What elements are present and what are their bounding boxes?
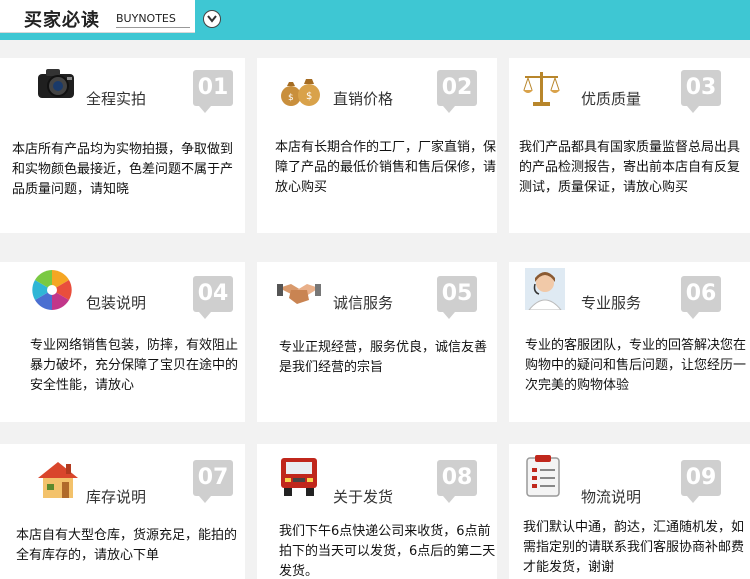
- note-card: 全程实拍 01 本店所有产品均为实物拍摄，争取做到和实物颜色最接近，色差问题不属…: [0, 58, 245, 233]
- card-number-badge: 05: [437, 276, 477, 319]
- card-title: 直销价格: [333, 90, 394, 108]
- card-text: 本店所有产品均为实物拍摄，争取做到和实物颜色最接近，色差问题不属于产品质量问题，…: [12, 142, 234, 197]
- card-number-badge: 02: [437, 70, 477, 113]
- card-text: 专业的客服团队，专业的回答解决您在购物中的疑问和售后问题，让您经历一次完美的购物…: [525, 338, 747, 393]
- card-title: 优质质量: [581, 90, 642, 108]
- note-card: 包装说明 04 专业网络销售包装，防摔，有效阻止暴力破坏，充分保障了宝贝在途中的…: [0, 262, 245, 422]
- note-card: 专业服务 06 专业的客服团队，专业的回答解决您在购物中的疑问和售后问题，让您经…: [509, 262, 750, 422]
- note-card: 优质质量 03 我们产品都具有国家质量监督总局出具的产品检测报告，寄出前本店自有…: [509, 58, 750, 233]
- card-title: 包装说明: [86, 294, 147, 312]
- header-underline: [116, 27, 190, 28]
- card-title: 物流说明: [581, 488, 642, 506]
- card-number-badge: 04: [193, 276, 233, 319]
- card-title: 专业服务: [581, 294, 642, 312]
- note-card: 物流说明 09 我们默认中通，韵达，汇通随机发，如需指定别的请联系我们客服协商补…: [509, 444, 750, 579]
- card-text: 我们默认中通，韵达，汇通随机发，如需指定别的请联系我们客服协商补邮费才能发货，谢…: [523, 520, 745, 575]
- card-number-badge: 09: [681, 460, 721, 503]
- clipboard-icon: [523, 454, 567, 497]
- card-text: 专业网络销售包装，防摔，有效阻止暴力破坏，充分保障了宝贝在途中的安全性能，请放心: [30, 338, 239, 393]
- svg-text:$: $: [288, 93, 294, 103]
- color-wheel-icon: [30, 268, 74, 310]
- card-title: 库存说明: [86, 488, 147, 506]
- card-title: 诚信服务: [333, 294, 394, 312]
- svg-text:$: $: [306, 91, 312, 102]
- card-number-badge: 03: [681, 70, 721, 113]
- support-agent-icon: [525, 268, 569, 311]
- money-bags-icon: $ $: [279, 68, 323, 108]
- truck-icon: [277, 456, 321, 496]
- card-title: 全程实拍: [86, 90, 147, 108]
- note-card: 库存说明 07 本店自有大型仓库，货源充足，能拍的全有库存的，请放心下单: [0, 444, 245, 579]
- note-card: 诚信服务 05 专业正规经营，服务优良，诚信友善是我们经营的宗旨: [257, 262, 497, 422]
- scales-icon: [519, 68, 563, 108]
- card-number-badge: 06: [681, 276, 721, 319]
- handshake-icon: [277, 276, 321, 316]
- card-number-badge: 01: [193, 70, 233, 113]
- card-text: 我们产品都具有国家质量监督总局出具的产品检测报告，寄出前本店自有反复测试，质量保…: [519, 140, 741, 195]
- header-subtitle: BUYNOTES: [116, 12, 176, 25]
- card-text: 专业正规经营，服务优良，诚信友善是我们经营的宗旨: [279, 340, 488, 375]
- header-title: 买家必读: [24, 10, 100, 31]
- card-title: 关于发货: [333, 488, 394, 506]
- camera-icon: [34, 64, 78, 104]
- card-text: 本店有长期合作的工厂，厂家直销，保障了产品的最低价销售和售后保修，请放心购买: [275, 140, 497, 195]
- card-number-badge: 08: [437, 460, 477, 503]
- note-card: 关于发货 08 我们下午6点快递公司来收货，6点前拍下的当天可以发货，6点后的第…: [257, 444, 497, 579]
- card-number-badge: 07: [193, 460, 233, 503]
- note-card: $ $ 直销价格 02 本店有长期合作的工厂，厂家直销，保障了产品的最低价销售和…: [257, 58, 497, 233]
- card-text: 本店自有大型仓库，货源充足，能拍的全有库存的，请放心下单: [16, 528, 238, 563]
- header-tab: 买家必读 BUYNOTES: [0, 0, 195, 33]
- chevron-down-icon[interactable]: [203, 10, 221, 28]
- card-text: 我们下午6点快递公司来收货，6点前拍下的当天可以发货，6点后的第二天发货。: [279, 524, 496, 579]
- warehouse-icon: [36, 458, 80, 498]
